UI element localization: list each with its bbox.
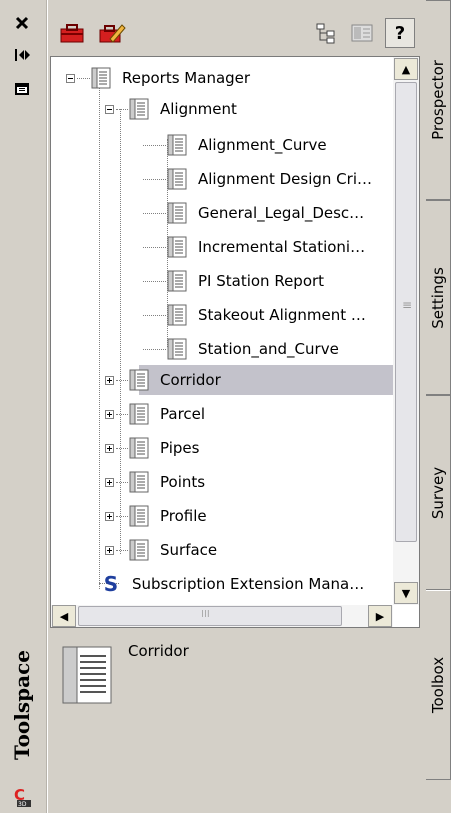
tab-prospector[interactable]: Prospector <box>426 0 451 200</box>
scroll-up-button[interactable]: ▲ <box>394 58 418 80</box>
civil3d-app-icon: C 3D <box>10 786 34 808</box>
properties-icon[interactable] <box>6 76 38 102</box>
scroll-down-button[interactable]: ▼ <box>394 582 418 604</box>
report-icon <box>129 437 149 459</box>
scroll-thumb[interactable]: III <box>78 606 342 626</box>
scroll-thumb[interactable]: ≡ <box>395 82 417 542</box>
tree-node-reports-manager[interactable]: Reports Manager <box>91 63 253 93</box>
tree-node-alignment[interactable]: Alignment <box>129 94 240 124</box>
expand-icon[interactable] <box>105 478 114 487</box>
tree-node-report[interactable]: PI Station Report <box>167 266 327 296</box>
tree-node-profile[interactable]: Profile <box>129 501 210 531</box>
report-icon <box>167 168 187 190</box>
expand-icon[interactable] <box>105 546 114 555</box>
report-icon <box>167 134 187 156</box>
horizontal-scrollbar[interactable]: ◀ III ▶ <box>51 605 393 627</box>
list-view-icon[interactable] <box>347 18 377 48</box>
subscription-s-icon: S <box>103 572 119 596</box>
reports-tree[interactable]: Reports Manager Alignment Alignment_Curv… <box>50 56 420 628</box>
tree-node-report[interactable]: General_Legal_Desc… <box>167 198 367 228</box>
tree-node-corridor[interactable]: Corridor <box>129 365 224 395</box>
report-icon <box>167 202 187 224</box>
report-icon <box>129 98 149 120</box>
toolspace-title: Toolspace <box>10 650 34 760</box>
report-icon <box>91 67 111 89</box>
help-icon: ? <box>394 22 406 44</box>
tree-node-report[interactable]: Stakeout Alignment … <box>167 300 369 330</box>
preview-label: Corridor <box>128 642 189 660</box>
help-button[interactable]: ? <box>385 18 415 48</box>
tree-node-report[interactable]: Alignment Design Cri… <box>167 164 375 194</box>
svg-text:3D: 3D <box>18 801 27 808</box>
scroll-right-button[interactable]: ▶ <box>368 605 392 627</box>
scroll-left-button[interactable]: ◀ <box>52 605 76 627</box>
tree-node-surface[interactable]: Surface <box>129 535 220 565</box>
edit-toolbox-icon[interactable] <box>97 18 127 48</box>
report-icon <box>129 403 149 425</box>
toolbox-icon[interactable] <box>57 18 87 48</box>
tree-view-icon[interactable] <box>311 18 341 48</box>
report-icon <box>129 369 149 391</box>
expand-icon[interactable] <box>105 512 114 521</box>
tree-node-report[interactable]: Station_and_Curve <box>167 334 342 364</box>
report-icon <box>167 236 187 258</box>
report-icon <box>129 539 149 561</box>
tree-node-report[interactable]: Alignment_Curve <box>167 130 330 160</box>
tab-survey[interactable]: Survey <box>426 395 451 590</box>
tree-node-points[interactable]: Points <box>129 467 208 497</box>
report-icon <box>167 270 187 292</box>
expand-icon[interactable] <box>105 410 114 419</box>
preview-area: Corridor <box>52 630 424 810</box>
collapse-icon[interactable] <box>66 74 75 83</box>
report-icon <box>167 304 187 326</box>
close-icon[interactable] <box>6 10 38 36</box>
tree-node-report[interactable]: Incremental Stationi… <box>167 232 368 262</box>
toolbar: ? <box>47 14 425 56</box>
expand-icon[interactable] <box>105 376 114 385</box>
preview-report-icon <box>62 646 114 706</box>
vertical-scrollbar[interactable]: ▲ ≡ ▼ <box>393 57 419 605</box>
expand-icon[interactable] <box>105 444 114 453</box>
report-icon <box>167 338 187 360</box>
collapse-icon[interactable] <box>105 105 114 114</box>
autohide-icon[interactable] <box>6 42 38 68</box>
toolspace-title-strip: Toolspace C 3D <box>0 0 47 813</box>
tree-node-pipes[interactable]: Pipes <box>129 433 202 463</box>
tab-settings[interactable]: Settings <box>426 200 451 395</box>
tree-node-subscription-extension[interactable]: S Subscription Extension Mana… <box>101 569 367 599</box>
tree-node-parcel[interactable]: Parcel <box>129 399 208 429</box>
tab-toolbox[interactable]: Toolbox <box>426 590 451 780</box>
report-icon <box>129 471 149 493</box>
report-icon <box>129 505 149 527</box>
